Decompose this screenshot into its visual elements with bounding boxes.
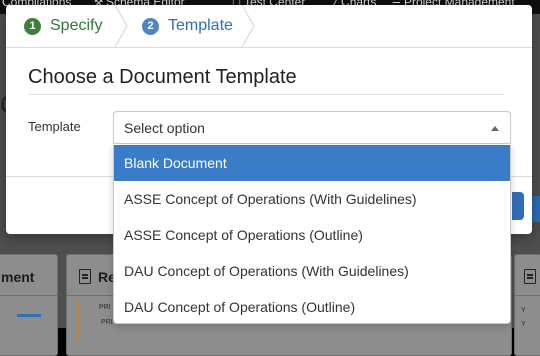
step-label: Specify <box>50 17 103 34</box>
option-asse-conops-guidelines[interactable]: ASSE Concept of Operations (With Guideli… <box>114 181 510 217</box>
template-field-label: Template <box>28 119 81 134</box>
option-dau-conops-outline[interactable]: DAU Concept of Operations (Outline) <box>114 289 510 323</box>
template-options-list: Blank Document ASSE Concept of Operation… <box>113 145 511 324</box>
caret-up-icon <box>491 126 499 131</box>
modal-next-button[interactable] <box>512 192 524 220</box>
step-label: Template <box>168 17 233 34</box>
card-header <box>515 255 540 296</box>
document-icon <box>79 269 91 284</box>
title-divider <box>28 94 504 95</box>
timeline-tick <box>77 299 79 339</box>
step-number-badge: 2 <box>142 17 159 35</box>
chart-line <box>17 314 41 317</box>
option-asse-conops-outline[interactable]: ASSE Concept of Operations (Outline) <box>114 217 510 253</box>
option-dau-conops-guidelines[interactable]: DAU Concept of Operations (With Guidelin… <box>114 253 510 289</box>
select-placeholder: Select option <box>124 120 205 136</box>
chevron-right-icon <box>241 5 255 47</box>
timeline-label: Y <box>521 307 526 314</box>
card-title: ment <box>1 269 35 285</box>
dashboard-card: Y Y <box>514 254 540 356</box>
timeline-label: PRI <box>101 319 113 326</box>
template-select[interactable]: Select option <box>113 111 511 144</box>
wizard-step-specify[interactable]: 1 Specify <box>24 5 102 47</box>
modal-title: Choose a Document Template <box>28 66 297 88</box>
timeline-label: Y <box>521 321 526 328</box>
document-icon <box>524 269 536 284</box>
timeline-label: PRI <box>99 304 111 311</box>
step-number-badge: 1 <box>24 17 41 35</box>
dashboard-card: ment <box>0 254 58 356</box>
option-blank-document[interactable]: Blank Document <box>114 145 510 181</box>
wizard-steps: 1 Specify 2 Template <box>6 5 532 48</box>
chevron-right-icon <box>114 5 128 47</box>
wizard-step-template[interactable]: 2 Template <box>142 5 233 47</box>
card-header: ment <box>0 255 57 296</box>
